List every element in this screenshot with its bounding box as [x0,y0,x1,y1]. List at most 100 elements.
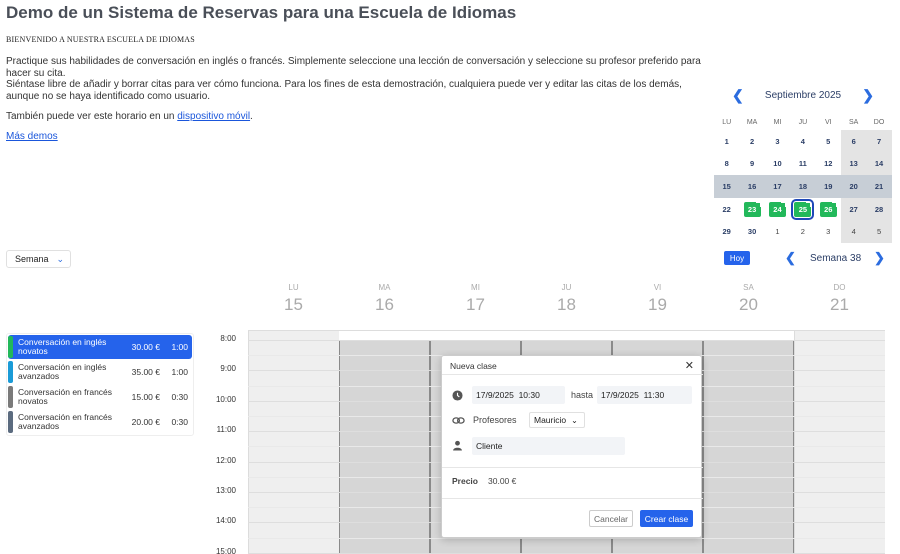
week-prev-icon[interactable]: ❮ [785,250,796,266]
day-name: DO [833,283,846,292]
lesson-duration: 0:30 [171,392,188,402]
hour-label: 12:00 [215,455,236,465]
mini-calendar-day[interactable]: 15 [714,175,740,198]
mini-calendar-day[interactable]: 2 [790,220,815,243]
hour-label: 15:00 [215,546,236,554]
day-date: 17 [466,295,485,314]
client-input[interactable]: Cliente [472,437,625,455]
mobile-link[interactable]: dispositivo móvil [177,111,250,122]
day-date: 15 [284,295,303,314]
day-name: MI [471,283,480,292]
mini-calendar-day[interactable]: 4 [790,130,815,153]
end-datetime-field[interactable]: 17/9/2025 11:30 [597,386,692,404]
mini-calendar-day[interactable]: 11 [790,153,815,176]
mini-calendar-day[interactable]: 13 [840,152,867,176]
chevron-down-icon: ⌄ [56,253,65,264]
dialog-title: Nueva clase [450,361,497,371]
intro-text: Practique sus habilidades de conversació… [6,56,716,102]
welcome-heading: BIENVENIDO A NUESTRA ESCUELA DE IDIOMAS [6,35,195,44]
mini-calendar-day[interactable]: 17 [764,175,791,198]
link-icon [452,417,465,424]
lesson-price: 15.00 € [131,392,160,402]
mini-calendar-day[interactable]: 5 [866,220,892,243]
teacher-select[interactable]: Mauricio ⌄ [529,412,585,428]
cancel-button[interactable]: Cancelar [589,510,633,527]
lesson-list: Conversación en inglés novatos 30.00 € 1:0… [6,333,194,436]
day-name: SA [743,283,754,292]
booked-day-marker: 26 [819,201,837,217]
mini-calendar-day[interactable]: 16 [739,175,765,198]
day-name: JU [561,283,572,292]
start-datetime-field[interactable]: 17/9/2025 10:30 [472,386,565,404]
week-next-icon[interactable]: ❯ [874,250,885,266]
day-column-header: DO 21 [794,283,885,315]
mini-calendar-day[interactable]: 1 [714,130,739,153]
mini-calendar-day[interactable]: 29 [714,220,739,243]
mini-calendar-day[interactable]: 3 [816,220,841,243]
view-selector[interactable]: Semana ⌄ [6,250,71,268]
day-date: 21 [830,295,849,314]
mini-calendar-grid: LU MA MI JU VI SA DO 1 2 3 4 5 6 7 8 9 10 11 12 13 14 15 16 17 1… [714,114,892,243]
start-time: 10:30 [518,390,540,400]
hour-label: 8:00 [220,334,236,343]
lesson-price: 35.00 € [131,367,160,377]
mini-calendar-day[interactable]: 1 [765,220,790,243]
lesson-name: Conversación en francés novatos [18,387,113,406]
lesson-color-bar [8,411,13,433]
lesson-item[interactable]: Conversación en inglés novatos 30.00 € 1:0… [8,335,192,359]
mobile-suffix: . [250,111,253,122]
mini-calendar-day[interactable]: 26 [816,198,841,221]
lesson-color-bar [8,361,13,383]
more-demos-link[interactable]: Más demos [6,131,58,142]
mini-calendar-day[interactable]: 6 [840,130,867,153]
mini-calendar-day[interactable]: 30 [739,220,764,243]
mini-calendar-day[interactable]: 24 [765,198,790,221]
clock-icon [452,390,463,401]
mini-calendar-day[interactable]: 14 [866,152,892,176]
mini-calendar-day[interactable]: 20 [840,175,867,198]
mini-calendar-day[interactable]: 7 [866,130,892,153]
day-column-header: MA 16 [339,283,430,315]
chevron-left-icon[interactable]: ❮ [732,87,744,104]
mini-calendar-day[interactable]: 21 [866,175,892,198]
price-value: 30.00 € [488,476,517,486]
mini-calendar-day[interactable]: 18 [790,175,816,198]
mini-calendar-day[interactable]: 22 [714,198,739,221]
lesson-item[interactable]: Conversación en francés novatos 15.00 € 0:… [8,385,192,409]
chevron-right-icon[interactable]: ❯ [862,87,874,104]
new-class-dialog: Nueva clase ✕ 17/9/2025 10:30 hasta 17/9… [441,355,703,538]
booked-day-marker: 25 [791,198,815,220]
day-date: 18 [557,295,576,314]
day-name: MA [378,283,391,292]
teacher-value: Mauricio [534,415,567,425]
close-icon[interactable]: ✕ [685,359,694,372]
mini-calendar-day[interactable]: 3 [765,130,790,153]
lesson-price: 30.00 € [131,342,160,352]
mini-calendar-day[interactable]: 28 [866,197,892,221]
mini-calendar-day[interactable]: 19 [815,175,841,198]
day-column[interactable] [248,331,339,554]
mini-calendar-day-header: JU [798,118,808,126]
mini-calendar-day[interactable]: 4 [840,220,867,243]
mini-calendar-day[interactable]: 27 [840,197,867,221]
today-button[interactable]: Hoy [724,251,750,265]
create-class-button[interactable]: Crear clase [640,510,693,527]
mini-calendar-day[interactable]: 12 [816,153,841,176]
mini-calendar-day[interactable]: 5 [816,130,841,153]
mini-calendar-day[interactable]: 10 [765,153,790,176]
mini-calendar-day[interactable]: 25 [790,198,815,221]
divider [442,374,703,375]
lesson-item[interactable]: Conversación en inglés avanzados 35.00 € 1… [8,360,192,384]
mini-calendar-day[interactable]: 23 [739,198,764,221]
mini-calendar-day[interactable]: 8 [714,153,739,176]
lesson-duration: 1:00 [171,342,188,352]
mini-calendar-day[interactable]: 2 [739,130,764,153]
client-placeholder: Cliente [476,441,503,451]
day-column[interactable] [794,331,885,554]
chevron-down-icon: ⌄ [571,415,578,425]
mini-calendar-day[interactable]: 9 [739,153,764,176]
lesson-item[interactable]: Conversación en francés avanzados 20.00 €… [8,410,192,434]
day-date: 20 [739,295,758,314]
end-date: 17/9/2025 [601,390,639,400]
lesson-duration: 1:00 [171,367,188,377]
